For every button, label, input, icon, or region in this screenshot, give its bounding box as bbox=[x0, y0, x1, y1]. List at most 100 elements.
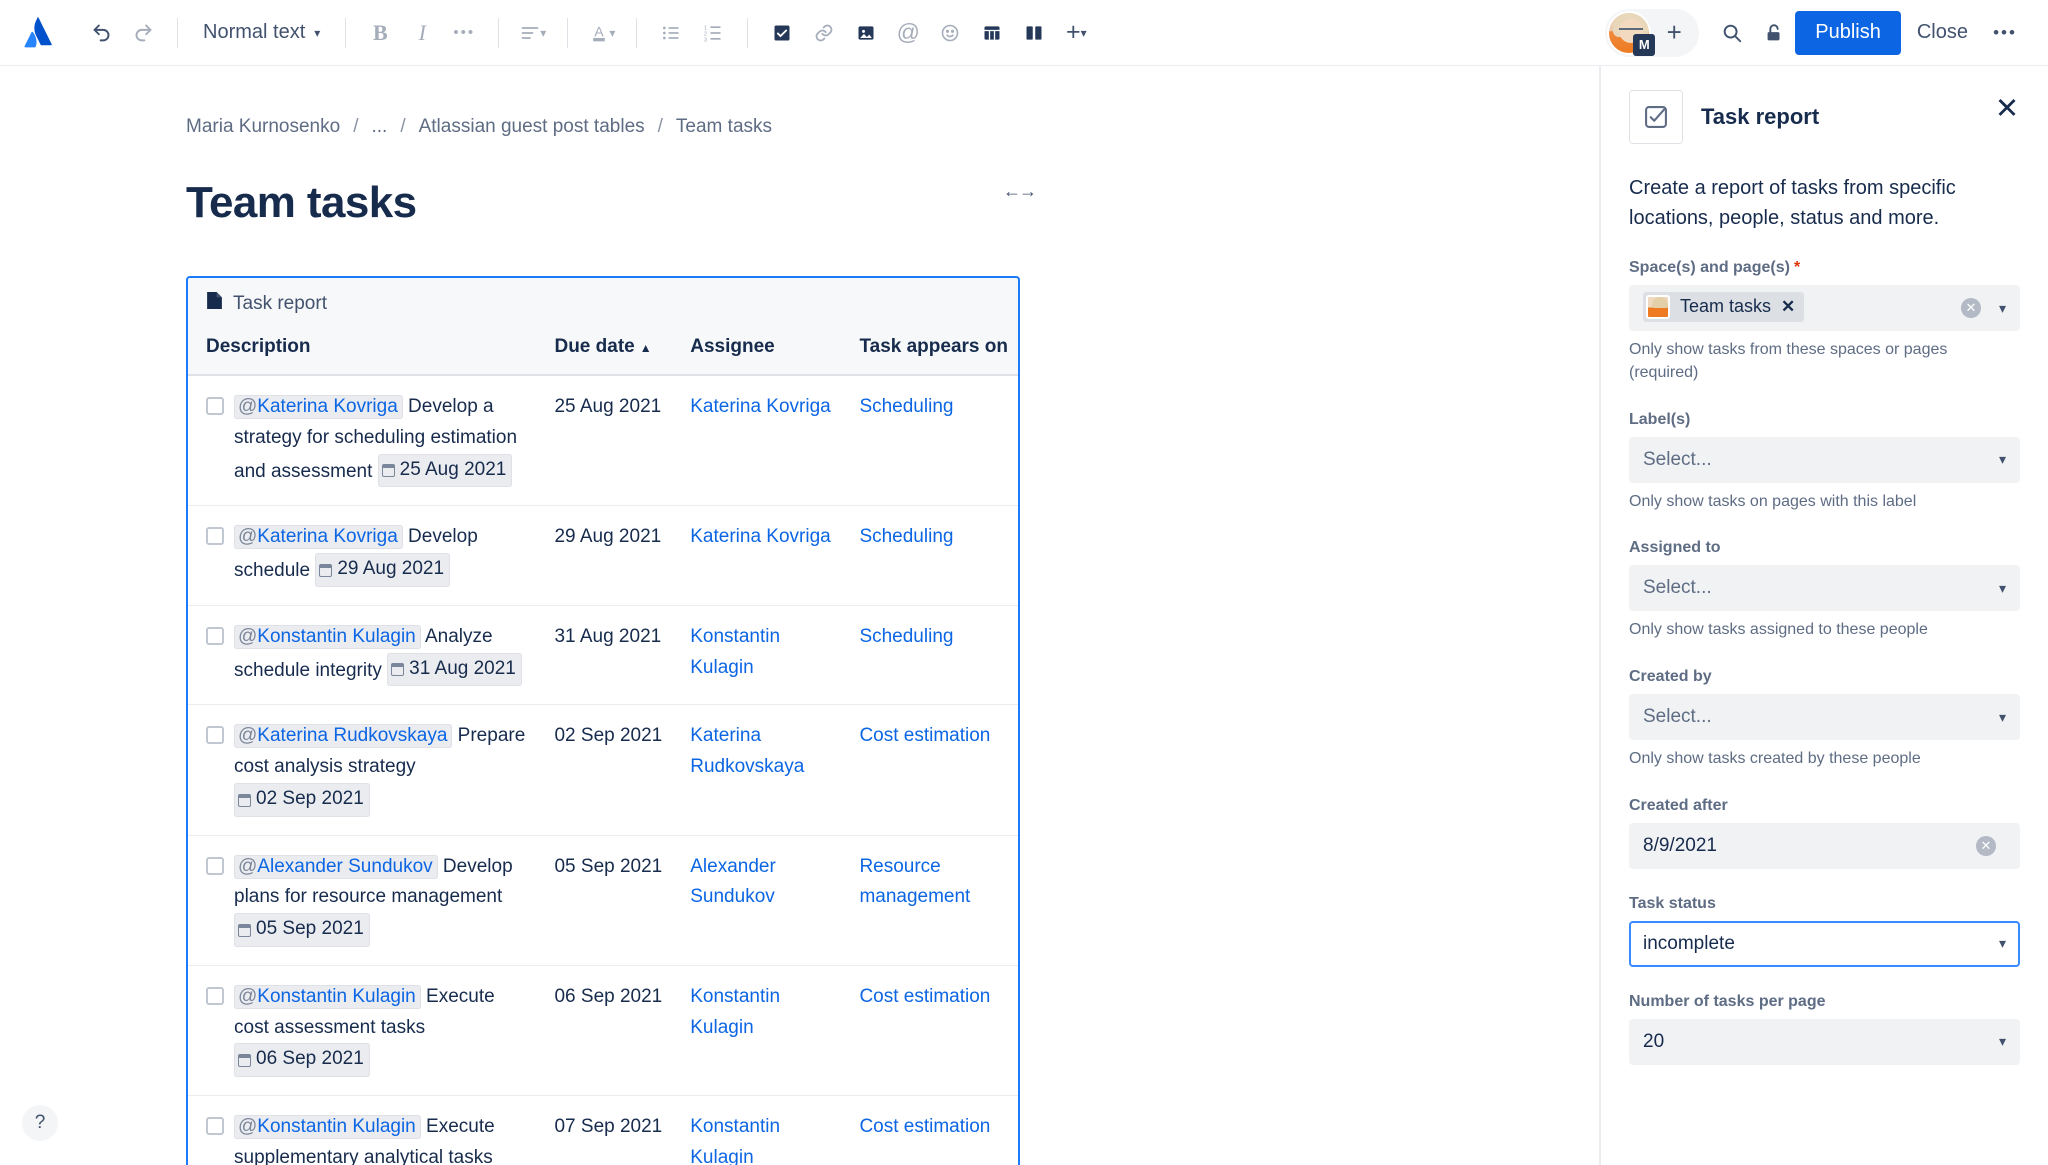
cell-appears-on: Cost estimation bbox=[841, 1095, 1018, 1165]
more-options-button[interactable]: ••• bbox=[1984, 12, 2026, 54]
task-checkbox[interactable] bbox=[206, 626, 224, 645]
breadcrumb-item[interactable]: Atlassian guest post tables bbox=[419, 116, 645, 138]
bullet-list-button[interactable] bbox=[650, 12, 692, 54]
undo-button[interactable] bbox=[80, 12, 122, 54]
appears-on-link[interactable]: Cost estimation bbox=[859, 725, 990, 746]
appears-on-link[interactable]: Resource management bbox=[859, 856, 970, 908]
task-checkbox[interactable] bbox=[206, 527, 224, 546]
close-button[interactable]: Close bbox=[1901, 11, 1984, 55]
chevron-down-icon: ▾ bbox=[1998, 935, 2006, 952]
layout-button[interactable] bbox=[1013, 12, 1055, 54]
column-header-description[interactable]: Description bbox=[188, 326, 537, 376]
task-report-macro[interactable]: Task report Description Due date ▲ Assig… bbox=[186, 276, 1020, 1165]
emoji-button[interactable] bbox=[929, 12, 971, 54]
image-button[interactable] bbox=[845, 12, 887, 54]
expand-breadcrumb-button[interactable]: ←→ bbox=[1003, 181, 1037, 202]
inline-date-chip[interactable]: 06 Sep 2021 bbox=[234, 1043, 370, 1078]
selected-tag[interactable]: Team tasks ✕ bbox=[1643, 291, 1805, 322]
appears-on-link[interactable]: Cost estimation bbox=[859, 986, 990, 1007]
appears-on-link[interactable]: Cost estimation bbox=[859, 1116, 990, 1137]
field-control[interactable]: 8/9/2021 ✕ bbox=[1629, 822, 2020, 869]
column-header-appears-on[interactable]: Task appears on bbox=[841, 326, 1018, 376]
field-control[interactable]: 20 ▾ bbox=[1629, 1018, 2020, 1065]
inline-date-chip[interactable]: 29 Aug 2021 bbox=[315, 553, 451, 587]
user-mention[interactable]: @Konstantin Kulagin bbox=[234, 624, 421, 649]
help-button[interactable]: ? bbox=[22, 1105, 58, 1141]
cell-due-date: 05 Sep 2021 bbox=[536, 835, 673, 966]
numbered-list-button[interactable]: 123 bbox=[692, 12, 734, 54]
add-person-button[interactable]: + bbox=[1653, 12, 1695, 54]
field-created-after: Created after 8/9/2021 ✕ bbox=[1629, 797, 2020, 869]
task-text: @Katerina Rudkovskaya Prepare cost analy… bbox=[234, 721, 526, 817]
search-button[interactable] bbox=[1711, 12, 1753, 54]
assignee-link[interactable]: Katerina Kovriga bbox=[690, 526, 830, 547]
appears-on-link[interactable]: Scheduling bbox=[859, 626, 953, 647]
appears-on-link[interactable]: Scheduling bbox=[859, 526, 953, 547]
assignee-link[interactable]: Konstantin Kulagin bbox=[690, 1116, 780, 1165]
table-row: @Konstantin Kulagin Execute cost assessm… bbox=[188, 965, 1018, 1097]
more-formatting-button[interactable]: ••• bbox=[443, 12, 485, 54]
mention-button[interactable]: @ bbox=[887, 12, 929, 54]
atlassian-logo-icon[interactable] bbox=[14, 9, 62, 57]
user-mention[interactable]: @Konstantin Kulagin bbox=[234, 1115, 421, 1140]
task-checkbox[interactable] bbox=[206, 397, 224, 415]
italic-button[interactable]: I bbox=[401, 12, 443, 54]
task-checkbox[interactable] bbox=[206, 856, 224, 875]
column-header-due-date[interactable]: Due date ▲ bbox=[536, 326, 673, 376]
text-color-button[interactable]: A ▾ bbox=[581, 12, 623, 54]
field-control[interactable]: Select... ▾ bbox=[1629, 694, 2020, 741]
text-style-dropdown[interactable]: Normal text ▾ bbox=[191, 12, 332, 54]
table-header-row: Description Due date ▲ Assignee Task appe… bbox=[188, 326, 1018, 376]
assignee-link[interactable]: Katerina Kovriga bbox=[690, 396, 830, 417]
close-icon[interactable]: ✕ bbox=[1990, 92, 2024, 126]
insert-button[interactable]: + ▾ bbox=[1055, 12, 1097, 54]
publish-button[interactable]: Publish bbox=[1795, 10, 1901, 55]
redo-button[interactable] bbox=[122, 12, 164, 54]
link-button[interactable] bbox=[803, 12, 845, 54]
cell-assignee: Katerina Kovriga bbox=[672, 505, 842, 606]
field-control[interactable]: incomplete ▾ bbox=[1629, 920, 2020, 967]
toolbar-divider bbox=[747, 17, 749, 48]
inline-date-chip[interactable]: 31 Aug 2021 bbox=[387, 652, 522, 687]
user-mention[interactable]: @Alexander Sundukov bbox=[234, 854, 438, 879]
macro-config-panel: Task report ✕ Create a report of tasks f… bbox=[1600, 66, 2048, 1165]
column-header-assignee[interactable]: Assignee bbox=[672, 326, 842, 376]
remove-tag-icon[interactable]: ✕ bbox=[1781, 297, 1795, 317]
clear-icon[interactable]: ✕ bbox=[1960, 298, 1981, 319]
field-control[interactable]: Team tasks ✕ ✕ ▾ bbox=[1629, 285, 2020, 332]
breadcrumb-item[interactable]: ... bbox=[371, 116, 387, 138]
task-text: @Konstantin Kulagin Analyze schedule int… bbox=[234, 622, 526, 687]
inline-date-chip[interactable]: 05 Sep 2021 bbox=[234, 913, 370, 947]
restrictions-button[interactable] bbox=[1753, 12, 1795, 54]
appears-on-link[interactable]: Scheduling bbox=[859, 396, 953, 417]
cell-appears-on: Cost estimation bbox=[841, 704, 1018, 836]
assignee-link[interactable]: Konstantin Kulagin bbox=[690, 986, 780, 1038]
field-control[interactable]: Select... ▾ bbox=[1629, 436, 2020, 483]
assignee-link[interactable]: Alexander Sundukov bbox=[690, 856, 776, 908]
field-value: 8/9/2021 bbox=[1643, 834, 1717, 856]
inline-date-chip[interactable]: 25 Aug 2021 bbox=[377, 453, 513, 488]
align-button[interactable]: ▾ bbox=[512, 12, 554, 54]
task-list-button[interactable] bbox=[761, 12, 803, 54]
required-indicator: * bbox=[1793, 259, 1801, 277]
page-title: Team tasks bbox=[186, 178, 417, 227]
bold-button[interactable]: B bbox=[359, 12, 401, 54]
breadcrumb-item[interactable]: Maria Kurnosenko bbox=[186, 116, 340, 138]
inline-date-chip[interactable]: 02 Sep 2021 bbox=[234, 782, 370, 817]
task-checkbox[interactable] bbox=[206, 1117, 224, 1136]
task-checkbox[interactable] bbox=[206, 726, 224, 745]
user-mention[interactable]: @Konstantin Kulagin bbox=[234, 984, 421, 1009]
assignee-link[interactable]: Konstantin Kulagin bbox=[690, 626, 780, 678]
panel-title: Task report bbox=[1701, 104, 1820, 129]
user-mention[interactable]: @Katerina Rudkovskaya bbox=[234, 724, 453, 749]
avatar[interactable]: M bbox=[1605, 9, 1656, 57]
assignee-link[interactable]: Katerina Rudkovskaya bbox=[690, 725, 804, 777]
breadcrumb-item[interactable]: Team tasks bbox=[676, 116, 772, 138]
clear-icon[interactable]: ✕ bbox=[1976, 835, 1996, 856]
user-mention[interactable]: @Katerina Kovriga bbox=[234, 395, 403, 419]
field-control[interactable]: Select... ▾ bbox=[1629, 565, 2020, 612]
task-checkbox[interactable] bbox=[206, 986, 224, 1005]
cell-description: @Konstantin Kulagin Analyze schedule int… bbox=[188, 605, 537, 706]
user-mention[interactable]: @Katerina Kovriga bbox=[234, 525, 403, 550]
table-button[interactable] bbox=[971, 12, 1013, 54]
